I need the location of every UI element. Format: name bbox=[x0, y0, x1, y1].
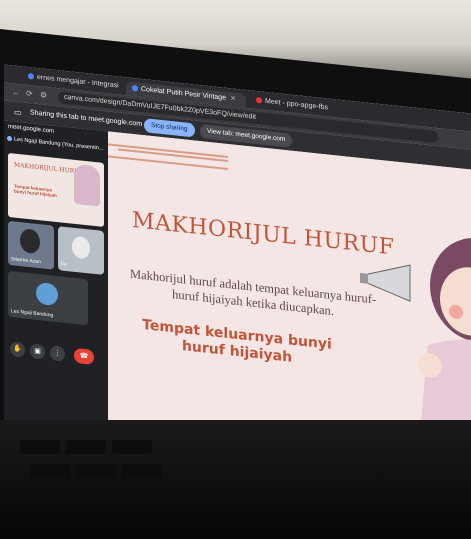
keyboard bbox=[0, 420, 471, 539]
tab-3-label: Meet - ppo-apge-fbs bbox=[265, 97, 329, 112]
site-info-icon[interactable]: ⚙ bbox=[40, 89, 47, 102]
thumbnail-highlight: Tempat keluarnya bunyi huruf hijaiyah bbox=[14, 183, 57, 199]
meet-icon bbox=[256, 97, 262, 104]
key bbox=[20, 440, 60, 454]
key bbox=[122, 464, 162, 478]
shield-icon bbox=[28, 73, 34, 80]
meet-panel: meet.google.com Les Ngaji Bandung (You, … bbox=[4, 120, 108, 436]
avatar bbox=[36, 281, 58, 307]
participant-head bbox=[20, 228, 40, 255]
more-icon[interactable]: ⋮ bbox=[50, 345, 65, 362]
key bbox=[76, 464, 116, 478]
slide-body: Makhorijul huruf adalah tempat keluarnya… bbox=[129, 266, 377, 319]
decorative-stripes bbox=[108, 143, 228, 171]
participant-tile[interactable]: Les Ngaji Bandung bbox=[8, 270, 88, 326]
laptop-screen: ernes mengajar - Integrasi B Cokelat Put… bbox=[4, 64, 471, 480]
slide-title: MAKHORIJUL HURUF bbox=[132, 207, 395, 261]
participant-name: Fe bbox=[61, 261, 67, 269]
key bbox=[30, 464, 70, 478]
back-icon[interactable]: ← bbox=[12, 86, 20, 99]
presenter-label: Les Ngaji Bandung (You, presentin... bbox=[7, 133, 105, 155]
mic-icon bbox=[7, 135, 12, 142]
participant-head bbox=[72, 235, 90, 260]
photo: ernes mengajar - Integrasi B Cokelat Put… bbox=[0, 0, 471, 539]
presentation-thumbnail[interactable]: MAKHORIJUL HURUF Tempat keluarnya bunyi … bbox=[8, 152, 104, 227]
participant-tile[interactable]: Sitarme Azan bbox=[8, 220, 54, 270]
slide-highlight: Tempat keluarnya bunyi huruf hijaiyah bbox=[142, 316, 332, 366]
participant-name: Sitarme Azan bbox=[11, 256, 41, 266]
share-screen-icon: ▭ bbox=[14, 107, 22, 118]
captions-icon[interactable]: ▣ bbox=[30, 343, 45, 360]
thumbnail-figure bbox=[74, 163, 100, 207]
participant-tile[interactable]: Fe bbox=[58, 226, 104, 275]
thumbnail-title: MAKHORIJUL HURUF bbox=[14, 161, 84, 176]
participant-name: Les Ngaji Bandung bbox=[11, 308, 54, 319]
end-call-button[interactable]: ☎ bbox=[74, 347, 94, 365]
key bbox=[112, 440, 152, 454]
key bbox=[66, 440, 106, 454]
close-icon[interactable]: ✕ bbox=[230, 95, 236, 103]
presenter-name: Les Ngaji Bandung (You, presentin... bbox=[14, 136, 104, 152]
reload-icon[interactable]: ⟳ bbox=[26, 88, 33, 101]
stop-sharing-button[interactable]: Stop sharing bbox=[144, 118, 195, 138]
hand-icon[interactable]: ✋ bbox=[10, 341, 25, 358]
canva-icon bbox=[132, 85, 138, 92]
